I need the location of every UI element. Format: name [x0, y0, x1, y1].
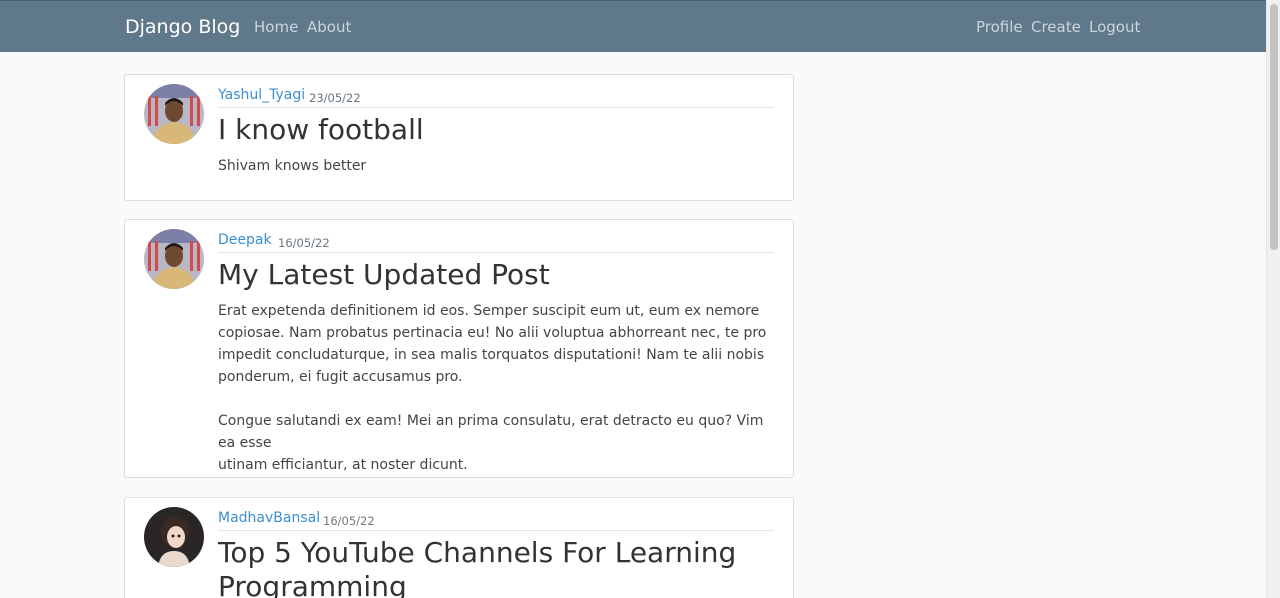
post-date: 23/05/22 [309, 91, 361, 105]
author-avatar[interactable] [144, 229, 204, 289]
post-meta: Yashul_Tyagi 23/05/22 [218, 86, 774, 108]
nav-profile-link[interactable]: Profile [976, 18, 1023, 36]
post-card: MadhavBansal 16/05/22 Top 5 YouTube Chan… [124, 497, 794, 598]
author-avatar[interactable] [144, 84, 204, 144]
post-title-link[interactable]: Top 5 YouTube Channels For Learning Prog… [218, 536, 736, 598]
post-content-line: Shivam knows better [218, 158, 367, 174]
page-scrollbar[interactable] [1266, 0, 1280, 598]
brand-link[interactable]: Django Blog [125, 16, 240, 38]
nav-home-link[interactable]: Home [254, 18, 298, 36]
post-content-line: ponderum, ei fugit accusamus pro. [218, 369, 463, 385]
post-content: Shivam knows better [218, 155, 778, 177]
nav-about-link[interactable]: About [307, 18, 351, 36]
post-date: 16/05/22 [323, 514, 375, 528]
post-content-line: Congue salutandi ex eam! Mei an prima co… [218, 413, 764, 451]
post-author-link[interactable]: Deepak [218, 232, 272, 248]
post-title-link[interactable]: My Latest Updated Post [218, 258, 550, 292]
author-avatar[interactable] [144, 507, 204, 567]
post-author-link[interactable]: MadhavBansal [218, 510, 320, 526]
post-title-line: Programming [218, 570, 407, 598]
post-content-line: impedit concludaturque, in sea malis tor… [218, 347, 765, 363]
post-date: 16/05/22 [278, 236, 330, 250]
navbar: Django Blog Home About Profile Create Lo… [0, 0, 1266, 52]
post-title-link[interactable]: I know football [218, 113, 424, 147]
scrollbar-thumb[interactable] [1270, 4, 1278, 250]
post-content-line: copiosae. Nam probatus pertinacia eu! No… [218, 325, 767, 341]
nav-create-link[interactable]: Create [1031, 18, 1081, 36]
post-title-line: Top 5 YouTube Channels For Learning [218, 536, 737, 569]
post-meta: MadhavBansal 16/05/22 [218, 509, 774, 531]
post-card: Deepak 16/05/22 My Latest Updated Post E… [124, 219, 794, 478]
post-card: Yashul_Tyagi 23/05/22 I know football Sh… [124, 74, 794, 201]
post-content-line: utinam efficiantur, at noster dicunt. [218, 457, 468, 473]
post-meta: Deepak 16/05/22 [218, 231, 774, 253]
nav-logout-link[interactable]: Logout [1089, 18, 1140, 36]
post-author-link[interactable]: Yashul_Tyagi [218, 87, 305, 103]
post-content-line: Erat expetenda definitionem id eos. Semp… [218, 303, 760, 319]
post-content: Erat expetenda definitionem id eos. Semp… [218, 300, 778, 476]
